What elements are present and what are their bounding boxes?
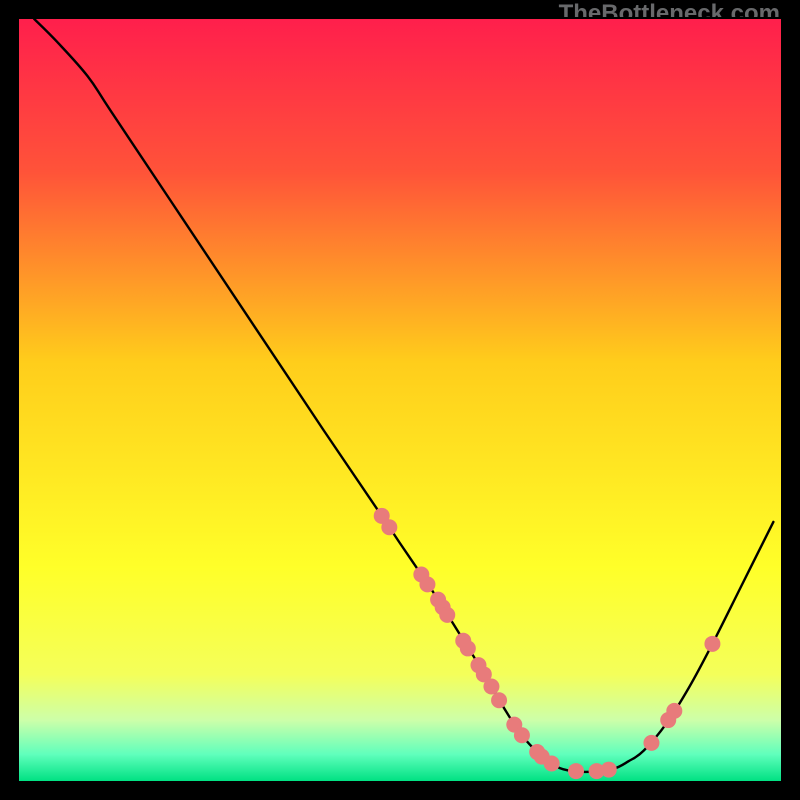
marker-dot	[666, 703, 682, 719]
marker-dot	[381, 519, 397, 535]
chart-area	[19, 19, 781, 781]
marker-dot	[439, 607, 455, 623]
gradient-bg	[19, 19, 781, 781]
chart-svg	[19, 19, 781, 781]
marker-dot	[419, 576, 435, 592]
marker-dot	[460, 640, 476, 656]
marker-dot	[483, 679, 499, 695]
marker-dot	[491, 692, 507, 708]
marker-dot	[704, 636, 720, 652]
marker-dot	[601, 762, 617, 778]
marker-dot	[514, 727, 530, 743]
marker-dot	[643, 735, 659, 751]
marker-dot	[568, 763, 584, 779]
chart-stage: TheBottleneck.com	[0, 0, 800, 800]
marker-dot	[544, 755, 560, 771]
